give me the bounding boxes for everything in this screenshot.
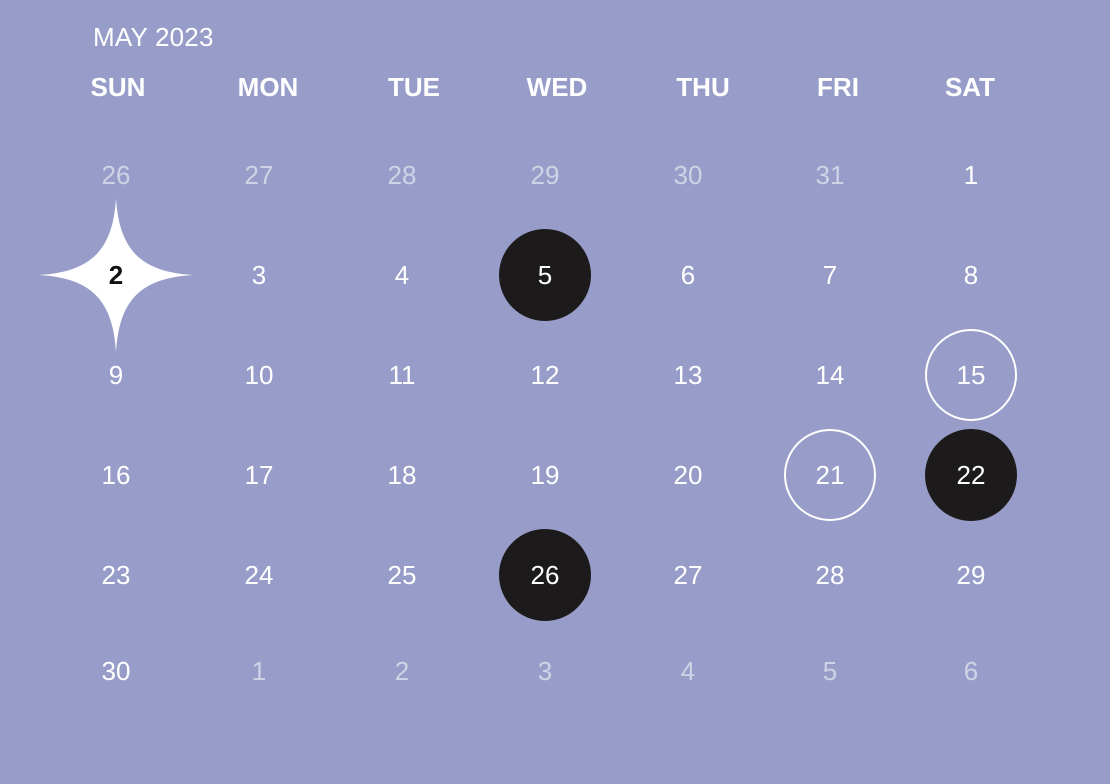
calendar-day[interactable]: 17 [213, 429, 305, 521]
calendar-day-other-month[interactable]: 28 [356, 129, 448, 221]
calendar: MAY 2023 SUN MON TUE WED THU FRI SAT 26 27 28 29 3… [0, 0, 1110, 784]
calendar-day-other-month[interactable]: 29 [499, 129, 591, 221]
weekday-header-wed: WED [526, 72, 588, 102]
calendar-day-other-month[interactable]: 3 [499, 625, 591, 717]
calendar-day[interactable]: 16 [70, 429, 162, 521]
calendar-day[interactable]: 9 [70, 329, 162, 421]
calendar-day[interactable]: 6 [642, 229, 734, 321]
calendar-day[interactable]: 30 [70, 625, 162, 717]
calendar-day[interactable]: 20 [642, 429, 734, 521]
calendar-day-other-month[interactable]: 31 [784, 129, 876, 221]
calendar-day[interactable]: 25 [356, 529, 448, 621]
calendar-day-other-month[interactable]: 30 [642, 129, 734, 221]
calendar-day-other-month[interactable]: 1 [213, 625, 305, 717]
calendar-day[interactable]: 10 [213, 329, 305, 421]
calendar-day-other-month[interactable]: 6 [925, 625, 1017, 717]
calendar-day-other-month[interactable]: 2 [356, 625, 448, 717]
calendar-day-marked[interactable]: 22 [925, 429, 1017, 521]
calendar-day-marked[interactable]: 26 [499, 529, 591, 621]
weekday-header-thu: THU [676, 72, 730, 102]
calendar-day[interactable]: 11 [356, 329, 448, 421]
calendar-day-outlined[interactable]: 15 [925, 329, 1017, 421]
calendar-day-other-month[interactable]: 4 [642, 625, 734, 717]
calendar-day[interactable]: 1 [925, 129, 1017, 221]
calendar-day[interactable]: 29 [925, 529, 1017, 621]
calendar-day[interactable]: 8 [925, 229, 1017, 321]
weekday-header-tue: TUE [388, 72, 440, 102]
calendar-day[interactable]: 23 [70, 529, 162, 621]
calendar-day-marked[interactable]: 5 [499, 229, 591, 321]
weekday-header-sun: SUN [90, 72, 146, 102]
weekday-header-fri: FRI [817, 72, 859, 102]
month-title: MAY 2023 [93, 22, 214, 52]
calendar-day[interactable]: 19 [499, 429, 591, 521]
calendar-day[interactable]: 24 [213, 529, 305, 621]
calendar-day[interactable]: 12 [499, 329, 591, 421]
calendar-day[interactable]: 14 [784, 329, 876, 421]
weekday-header-mon: MON [237, 72, 299, 102]
calendar-day[interactable]: 27 [642, 529, 734, 621]
calendar-day-other-month[interactable]: 27 [213, 129, 305, 221]
calendar-day[interactable]: 28 [784, 529, 876, 621]
calendar-day-number: 2 [108, 260, 124, 290]
calendar-day[interactable]: 7 [784, 229, 876, 321]
calendar-day[interactable]: 4 [356, 229, 448, 321]
calendar-day[interactable]: 3 [213, 229, 305, 321]
calendar-day[interactable]: 13 [642, 329, 734, 421]
calendar-day[interactable]: 18 [356, 429, 448, 521]
calendar-day-other-month[interactable]: 5 [784, 625, 876, 717]
weekday-header-sat: SAT [944, 72, 996, 102]
calendar-day-outlined[interactable]: 21 [784, 429, 876, 521]
